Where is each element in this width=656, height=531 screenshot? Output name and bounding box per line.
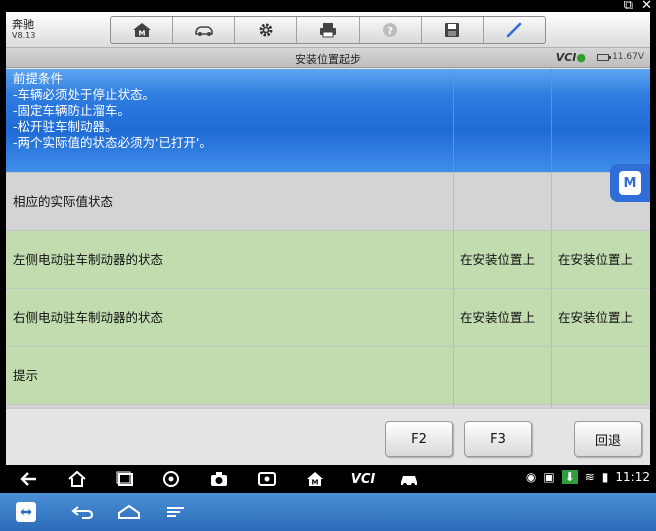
browser-icon[interactable] (160, 469, 182, 489)
home-outline-icon[interactable] (116, 502, 142, 522)
value-cell-1: 在安装位置上 (454, 289, 552, 346)
table-row[interactable]: 相应的实际值状态 (6, 173, 650, 231)
battery-status: 11.67V (597, 52, 644, 62)
remote-icon: ▣ (543, 470, 555, 484)
edit-button[interactable] (484, 17, 545, 43)
status-icons: ◉ ▣ ⬇ ≋ ▮ 11:12 (526, 470, 650, 484)
teamviewer-icon[interactable] (16, 502, 36, 522)
row-label-cell: 右侧电动驻车制动器的状态 (6, 289, 454, 346)
prerequisite-line: -两个实际值的状态必须为'已打开'。 (13, 135, 212, 150)
vci-label: VCI (555, 51, 577, 64)
value-cell-2: 在安装位置上 (552, 289, 650, 346)
row-label-cell: 前提条件 -车辆必须处于停止状态。 -固定车辆防止溜车。 -松开驻车制动器。 -… (6, 69, 454, 172)
row-label: 相应的实际值状态 (13, 193, 114, 209)
f3-button[interactable]: F3 (464, 421, 532, 457)
vehicle-button[interactable] (173, 17, 236, 43)
vci-nav-icon[interactable]: VCI (346, 469, 380, 489)
download-icon: ⬇ (561, 470, 578, 484)
menu-lines-icon[interactable] (164, 502, 188, 522)
svg-text:M: M (312, 479, 319, 487)
row-label-cell: 左侧电动驻车制动器的状态 (6, 231, 454, 288)
page-title: 安装位置起步 (295, 53, 361, 66)
back-button[interactable]: 回退 (574, 421, 642, 457)
print-button[interactable] (297, 17, 360, 43)
app-window: 奔驰 V8.13 M ? 安装位置起步 VCI● 11.67V 前提条件 -车辆… (6, 12, 650, 465)
prerequisite-line: -车辆必须处于停止状态。 (13, 87, 156, 102)
screen-capture-icon[interactable] (256, 469, 278, 489)
edit-icon (507, 22, 522, 38)
menu-m-icon: M (619, 171, 641, 195)
vci-status: VCI● (556, 51, 586, 64)
secondary-navbar (0, 493, 656, 531)
table-row[interactable]: 提示 (6, 347, 650, 405)
row-label-cell: 相应的实际值状态 (6, 173, 454, 230)
prerequisite-line: -松开驻车制动器。 (13, 119, 118, 134)
value-cell-1: 在安装位置上 (454, 231, 552, 288)
back-arrow-icon[interactable] (18, 469, 40, 489)
camera-icon[interactable] (208, 469, 230, 489)
help-icon: ? (383, 23, 398, 37)
wifi-icon: ≋ (584, 470, 595, 484)
vci-nav-label: VCI (350, 471, 376, 487)
table-row[interactable]: 前提条件 -车辆必须处于停止状态。 -固定车辆防止溜车。 -松开驻车制动器。 -… (6, 69, 650, 173)
f2-button[interactable]: F2 (385, 421, 453, 457)
data-table[interactable]: 前提条件 -车辆必须处于停止状态。 -固定车辆防止溜车。 -松开驻车制动器。 -… (6, 69, 650, 408)
prerequisite-line: -固定车辆防止溜车。 (13, 103, 131, 118)
value-cell-2 (552, 347, 650, 404)
row-label: 右侧电动驻车制动器的状态 (13, 309, 164, 325)
settings-button[interactable] (235, 17, 298, 43)
print-icon (319, 23, 336, 38)
app-home-icon[interactable]: M (304, 469, 326, 489)
svg-text:M: M (138, 30, 145, 38)
table-row[interactable]: 右侧电动驻车制动器的状态 在安装位置上 在安装位置上 (6, 289, 650, 347)
row-label: 提示 (13, 367, 39, 383)
settings-icon (259, 23, 273, 37)
value-text: 在安装位置上 (558, 251, 634, 267)
battery-voltage: 11.67V (612, 52, 644, 62)
app-header: 奔驰 V8.13 M ? (6, 12, 650, 48)
restore-icon[interactable]: ⧉ (624, 0, 633, 12)
save-button[interactable] (422, 17, 484, 43)
value-text: 在安装位置上 (460, 251, 536, 267)
return-icon[interactable] (70, 502, 96, 522)
value-cell-2 (552, 69, 650, 172)
battery-icon (597, 53, 612, 61)
toolbar: M ? (110, 16, 546, 44)
prerequisite-line: 前提条件 (13, 71, 64, 86)
eye-icon: ◉ (525, 470, 537, 484)
version-label: V8.13 (12, 31, 36, 40)
brand-name: 奔驰 (12, 18, 34, 31)
value-cell-2: 在安装位置上 (552, 231, 650, 288)
home-icon: M (132, 23, 151, 38)
prerequisite-text: 前提条件 -车辆必须处于停止状态。 -固定车辆防止溜车。 -松开驻车制动器。 -… (13, 71, 212, 151)
vci-connected-icon: ● (576, 51, 586, 64)
clock: 11:12 (615, 470, 650, 484)
table-row[interactable]: 左侧电动驻车制动器的状态 在安装位置上 在安装位置上 (6, 231, 650, 289)
title-bar: 安装位置起步 VCI● 11.67V (6, 48, 650, 68)
value-cell-1 (454, 173, 552, 230)
window-controls: ⧉ ✕ (624, 0, 652, 12)
row-label: 左侧电动驻车制动器的状态 (13, 251, 164, 267)
floating-menu-button[interactable]: M (610, 164, 650, 202)
value-cell-1 (454, 69, 552, 172)
value-text: 在安装位置上 (460, 309, 536, 325)
row-label-cell: 提示 (6, 347, 454, 404)
recent-apps-icon[interactable] (114, 469, 136, 489)
help-button[interactable]: ? (360, 17, 422, 43)
home-nav-icon[interactable] (66, 469, 88, 489)
vehicle-icon (194, 26, 213, 36)
battery-nav-icon: ▮ (601, 470, 609, 484)
value-text: 在安装位置上 (558, 309, 634, 325)
brand: 奔驰 V8.13 (12, 18, 35, 41)
home-button[interactable]: M (111, 17, 174, 43)
save-icon (445, 23, 460, 37)
svg-text:?: ? (387, 26, 393, 37)
function-key-bar: F2 F3 回退 (6, 408, 650, 465)
android-navbar: M VCI ◉ ▣ ⬇ ≋ ▮ 11:12 (0, 465, 656, 493)
value-cell-1 (454, 347, 552, 404)
close-icon[interactable]: ✕ (641, 0, 652, 12)
car-icon[interactable] (398, 469, 420, 489)
